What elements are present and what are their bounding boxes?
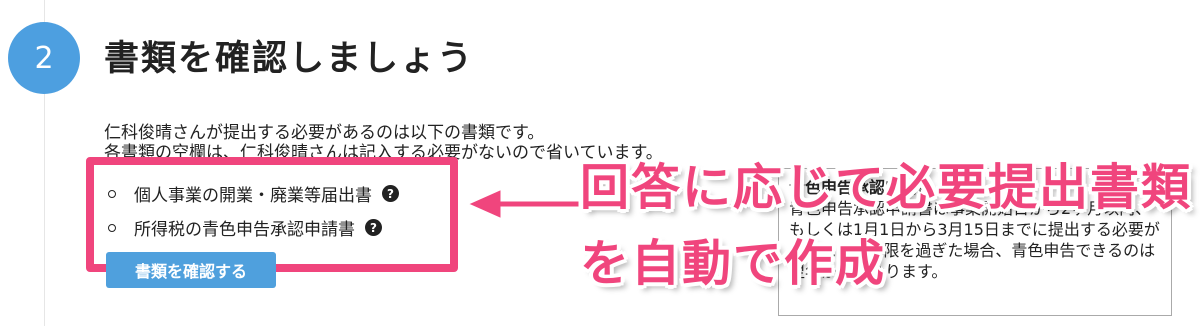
annotation-arrow-icon [462,185,582,222]
annotation-text-line-1: 回答に応じて必要提出書類 [580,159,1193,216]
list-item: 個人事業の開業・廃業等届出書 ? [108,181,399,206]
step-number: 2 [34,40,54,76]
document-label: 所得税の青色申告承認申請書 [134,220,355,240]
question-circle-icon[interactable]: ? [365,219,382,236]
question-circle-icon[interactable]: ? [382,185,399,202]
annotation-text-line-2: を自動で作成 [580,235,887,292]
list-item: 所得税の青色申告承認申請書 ? [108,215,382,240]
bullet-icon [108,223,116,232]
step-title: 書類を確認しましょう [104,39,475,79]
bullet-icon [108,189,116,198]
document-label: 個人事業の開業・廃業等届出書 [134,186,372,206]
confirm-documents-button[interactable]: 書類を確認する [106,252,276,288]
step-number-badge: 2 [8,22,80,94]
